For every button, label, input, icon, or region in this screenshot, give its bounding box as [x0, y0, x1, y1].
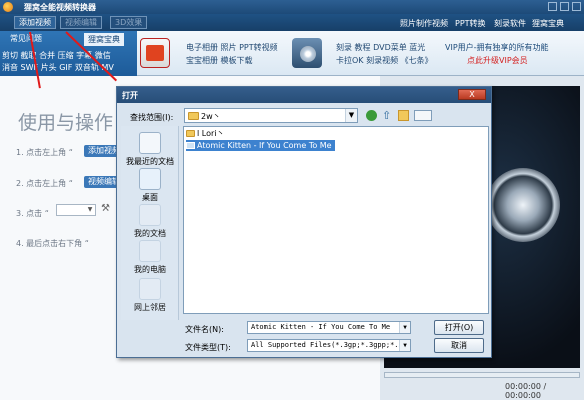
vip-info: VIP用户-拥有独享的所有功能	[445, 43, 549, 52]
promo-album-row2[interactable]: 宝宝相册 模板下载	[186, 55, 253, 66]
list-item-selected[interactable]: Atomic Kitten - If You Come To Me	[186, 140, 335, 151]
step-2: 2. 点击左上角 “	[16, 178, 73, 189]
app-logo-icon	[3, 2, 13, 12]
dvd-burn-icon[interactable]	[292, 38, 322, 68]
step-3-text: 3. 点击 “	[16, 209, 49, 218]
add-video-button[interactable]: 添加视频	[14, 16, 56, 29]
step-1-text: 1. 点击左上角 “	[16, 148, 73, 157]
promo-burn-row2[interactable]: 卡拉OK 刻录视频 《七条》	[336, 55, 433, 66]
view-menu-icon[interactable]	[414, 110, 432, 121]
settings-wrench-icon[interactable]: ⚒	[101, 203, 113, 215]
step-2-text: 2. 点击左上角 “	[16, 179, 73, 188]
list-item[interactable]: l Lori丶	[186, 128, 225, 139]
place-network-label: 网上邻居	[134, 303, 166, 312]
file-name: l Lori丶	[197, 129, 225, 138]
place-my-documents-label: 我的文档	[134, 229, 166, 238]
promo-album-row1[interactable]: 电子相册 照片 PPT转视频	[186, 42, 278, 53]
page-heading: 使用与操作	[18, 112, 114, 134]
title-bar: 狸窝全能视频转换器	[0, 0, 584, 14]
dialog-close-button[interactable]: X	[458, 89, 486, 100]
step-1: 1. 点击左上角 “	[16, 147, 73, 158]
ppt-icon[interactable]	[140, 38, 170, 68]
chevron-down-icon: ▼	[87, 206, 93, 213]
dialog-title-bar: 打开	[117, 87, 491, 103]
look-in-value: 2w丶	[201, 112, 221, 121]
vip-upgrade-link[interactable]: 点此升级VIP会员	[467, 55, 528, 66]
tab-faq[interactable]: 常见问题	[10, 33, 42, 44]
open-button[interactable]: 打开(O)	[434, 320, 484, 335]
folder-icon	[186, 130, 195, 137]
video-edit-button[interactable]: 视频编辑	[60, 16, 102, 29]
close-icon[interactable]	[572, 2, 581, 11]
maximize-icon[interactable]	[560, 2, 569, 11]
time-display: 00:00:00 / 00:00:00	[505, 382, 547, 400]
back-icon[interactable]	[366, 110, 377, 121]
place-desktop-label: 桌面	[142, 193, 158, 202]
recent-documents-icon	[139, 132, 161, 154]
liwo-guide-link[interactable]: 狸窝宝典	[532, 18, 564, 29]
folder-icon	[188, 112, 199, 120]
film-reel-icon	[486, 168, 560, 242]
file-list	[183, 126, 489, 314]
promo-burn-row1[interactable]: 刻录 教程 DVD菜单 蓝光	[336, 42, 425, 53]
filetype-select[interactable]: All Supported Files(*.3gp;*.3gpp;*.3g ▼	[247, 339, 411, 352]
step-3: 3. 点击 “	[16, 208, 49, 219]
up-folder-icon[interactable]: ⇧	[382, 110, 393, 121]
filetype-value: All Supported Files(*.3gp;*.3gpp;*.3g	[251, 341, 407, 349]
step-4-text: 4. 最后点击右下角 “	[16, 239, 89, 248]
my-documents-icon	[139, 204, 161, 226]
place-my-documents[interactable]: 我的文档	[121, 204, 179, 239]
dialog-title: 打开	[122, 91, 138, 100]
place-my-computer[interactable]: 我的电脑	[121, 240, 179, 275]
tab-guide[interactable]: 狸窝宝典	[84, 33, 124, 46]
filename-label: 文件名(N):	[185, 325, 224, 334]
look-in-select[interactable]: 2w丶 ▼	[184, 108, 358, 123]
ppt-convert-link[interactable]: PPT转换	[455, 18, 486, 29]
chevron-down-icon[interactable]: ▼	[399, 340, 410, 351]
look-in-label: 查找范围(I):	[130, 113, 174, 122]
place-desktop[interactable]: 桌面	[121, 168, 179, 203]
place-recent-label: 我最近的文档	[126, 157, 174, 166]
place-network[interactable]: 网上邻居	[121, 278, 179, 313]
filename-value: Atomic Kitten - If You Come To Me	[251, 323, 391, 331]
minimize-icon[interactable]	[548, 2, 557, 11]
photo-video-link[interactable]: 照片制作视频	[400, 18, 448, 29]
place-recent[interactable]: 我最近的文档	[121, 132, 179, 167]
filetype-label: 文件类型(T):	[185, 343, 231, 352]
new-folder-icon[interactable]	[398, 110, 409, 121]
step-4: 4. 最后点击右下角 “	[16, 238, 89, 249]
3d-effect-button[interactable]: 3D效果	[110, 16, 148, 29]
music-file-icon	[186, 142, 195, 149]
cancel-button[interactable]: 取消	[434, 338, 484, 353]
network-places-icon	[139, 278, 161, 300]
desktop-icon	[139, 168, 161, 190]
chevron-down-icon[interactable]: ▼	[345, 109, 357, 122]
place-my-computer-label: 我的电脑	[134, 265, 166, 274]
burn-software-link[interactable]: 刻录软件	[494, 18, 526, 29]
seek-bar[interactable]	[384, 372, 580, 378]
format-select[interactable]: ▼	[56, 204, 96, 216]
chevron-down-icon[interactable]: ▼	[399, 322, 410, 333]
filename-input[interactable]: Atomic Kitten - If You Come To Me ▼	[247, 321, 411, 334]
file-name: Atomic Kitten - If You Come To Me	[197, 141, 332, 150]
app-title: 狸窝全能视频转换器	[24, 3, 96, 12]
my-computer-icon	[139, 240, 161, 262]
